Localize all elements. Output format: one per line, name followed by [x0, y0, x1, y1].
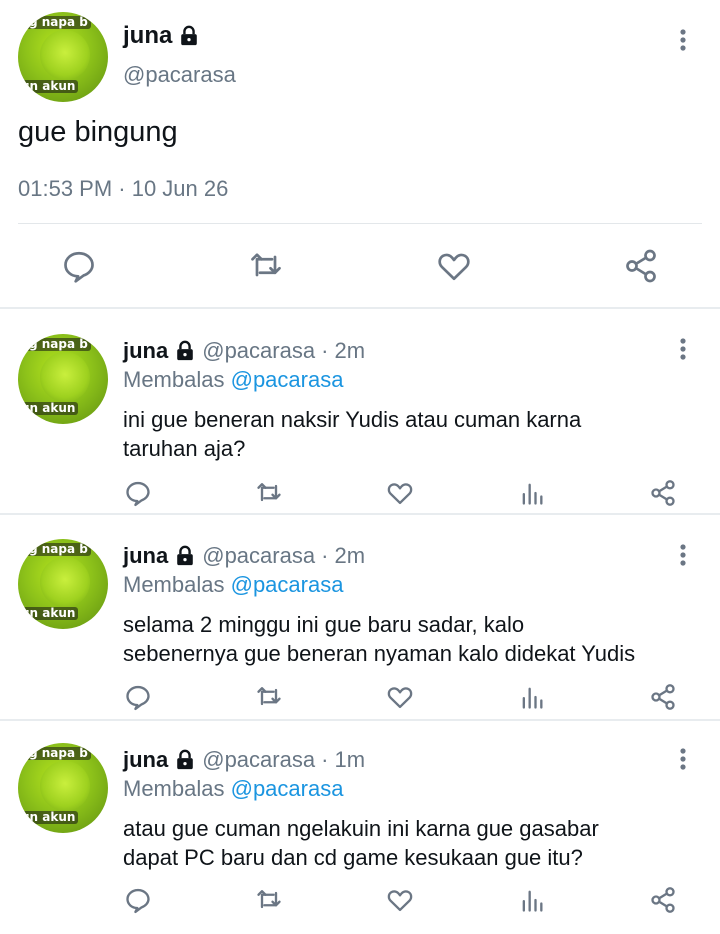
relative-time[interactable]: · 1m: [321, 747, 365, 773]
reply-tweet: g napa b un akun juna @pacarasa · 2m Mem…: [0, 515, 720, 721]
comment-icon[interactable]: [124, 683, 152, 711]
tweet-text: gue bingung: [18, 116, 178, 148]
tweet-actions: [0, 248, 720, 288]
comment-icon[interactable]: [61, 248, 97, 284]
heart-icon[interactable]: [436, 248, 472, 284]
replying-label: Membalas: [123, 367, 225, 392]
display-name[interactable]: juna: [123, 543, 168, 569]
replying-to: Membalas @pacarasa: [123, 367, 343, 393]
more-vertical-icon[interactable]: [671, 747, 695, 771]
author-name-row: juna @pacarasa · 2m: [123, 543, 365, 569]
analytics-icon[interactable]: [518, 479, 546, 507]
comment-icon[interactable]: [124, 479, 152, 507]
replying-label: Membalas: [123, 776, 225, 801]
replying-label: Membalas: [123, 572, 225, 597]
share-icon[interactable]: [623, 248, 659, 284]
avatar-face: [40, 761, 90, 811]
mention-link[interactable]: @pacarasa: [231, 572, 344, 597]
tweet-text: ini gue beneran naksir Yudis atau cuman …: [123, 407, 582, 461]
relative-time[interactable]: · 2m: [321, 543, 365, 569]
handle[interactable]: @pacarasa: [202, 747, 315, 773]
retweet-icon[interactable]: [248, 248, 284, 284]
more-vertical-icon[interactable]: [671, 543, 695, 567]
heart-icon[interactable]: [386, 886, 414, 914]
display-name[interactable]: juna: [123, 338, 168, 364]
more-vertical-icon[interactable]: [671, 28, 695, 52]
avatar-face: [40, 557, 90, 607]
handle[interactable]: @pacarasa: [123, 62, 236, 88]
mention-link[interactable]: @pacarasa: [231, 776, 344, 801]
avatar-text-top: g napa b: [26, 337, 91, 352]
relative-time[interactable]: · 2m: [321, 338, 365, 364]
avatar-face: [40, 352, 90, 402]
reply-tweet: g napa b un akun juna @pacarasa · 1m Mem…: [0, 721, 720, 934]
divider: [18, 223, 702, 224]
avatar[interactable]: g napa b un akun: [18, 12, 108, 102]
avatar-text-top: g napa b: [26, 542, 91, 557]
avatar[interactable]: g napa b un akun: [18, 334, 108, 424]
retweet-icon[interactable]: [255, 479, 283, 507]
heart-icon[interactable]: [386, 683, 414, 711]
replying-to: Membalas @pacarasa: [123, 776, 343, 802]
avatar-text-bottom: un akun: [18, 606, 79, 621]
lock-icon: [178, 25, 200, 47]
lock-icon: [174, 545, 196, 567]
avatar-text-bottom: un akun: [18, 79, 79, 94]
share-icon[interactable]: [649, 886, 677, 914]
analytics-icon[interactable]: [518, 683, 546, 711]
reply-tweet: g napa b un akun juna @pacarasa · 2m Mem…: [0, 309, 720, 515]
author-name-row: juna @pacarasa · 2m: [123, 338, 365, 364]
comment-icon[interactable]: [124, 886, 152, 914]
mention-link[interactable]: @pacarasa: [231, 367, 344, 392]
avatar-text-top: g napa b: [26, 746, 91, 761]
main-tweet: g napa b un akun juna @pacarasa gue bing…: [0, 0, 720, 309]
avatar-text-bottom: un akun: [18, 810, 79, 825]
display-name[interactable]: juna: [123, 747, 168, 773]
retweet-icon[interactable]: [255, 886, 283, 914]
tweet-text: selama 2 minggu ini gue baru sadar, kalo…: [123, 612, 636, 666]
avatar-text-top: g napa b: [26, 15, 91, 30]
tweet-text: atau gue cuman ngelakuin ini karna gue g…: [123, 816, 599, 870]
retweet-icon[interactable]: [255, 683, 283, 711]
share-icon[interactable]: [649, 479, 677, 507]
replying-to: Membalas @pacarasa: [123, 572, 343, 598]
more-vertical-icon[interactable]: [671, 337, 695, 361]
heart-icon[interactable]: [386, 479, 414, 507]
display-name[interactable]: juna: [123, 22, 172, 50]
analytics-icon[interactable]: [518, 886, 546, 914]
tweet-timestamp[interactable]: 01:53 PM · 10 Jun 26: [18, 176, 228, 202]
avatar-face: [40, 30, 90, 80]
avatar-text-bottom: un akun: [18, 401, 79, 416]
author-name-row: juna: [123, 22, 200, 50]
avatar[interactable]: g napa b un akun: [18, 539, 108, 629]
handle[interactable]: @pacarasa: [202, 338, 315, 364]
author-name-row: juna @pacarasa · 1m: [123, 747, 365, 773]
avatar[interactable]: g napa b un akun: [18, 743, 108, 833]
handle[interactable]: @pacarasa: [202, 543, 315, 569]
lock-icon: [174, 749, 196, 771]
share-icon[interactable]: [649, 683, 677, 711]
lock-icon: [174, 340, 196, 362]
